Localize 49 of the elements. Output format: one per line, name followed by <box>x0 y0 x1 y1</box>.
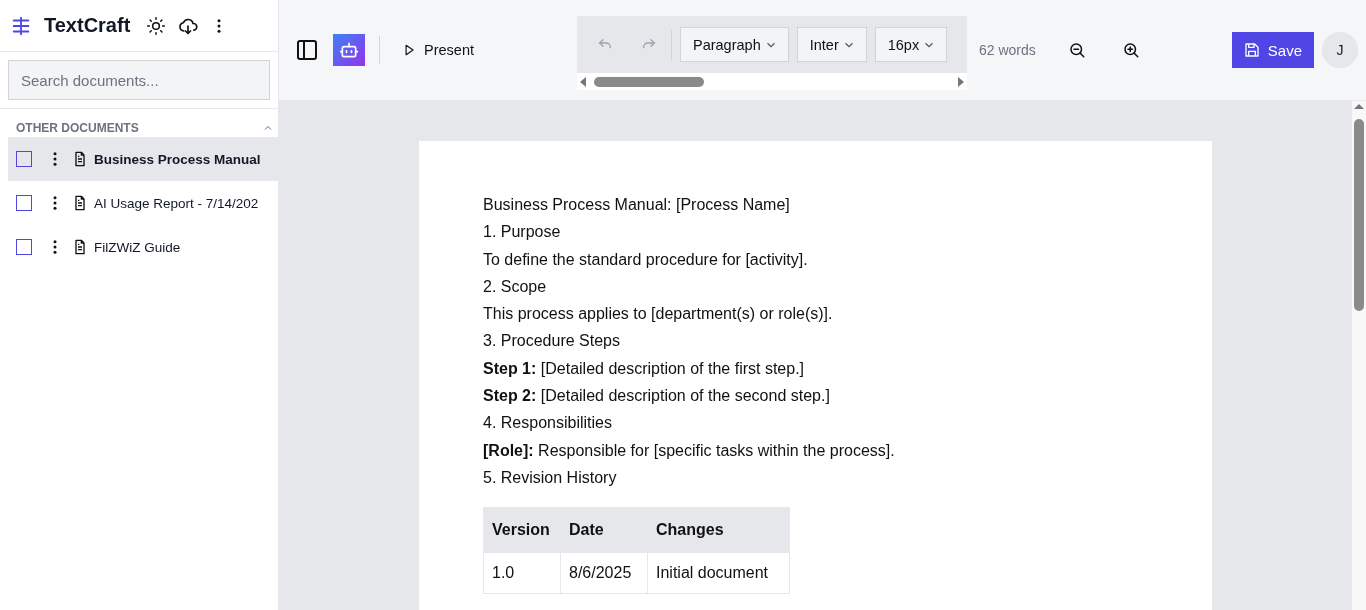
document-title: AI Usage Report - 7/14/202 <box>94 195 259 211</box>
column-header: Changes <box>647 507 790 553</box>
paragraph: Step 2: [Detailed description of the second step.] <box>483 386 831 407</box>
zoom-out-icon <box>1067 41 1086 59</box>
paragraph: 4. Responsibilities <box>483 413 613 434</box>
zoom-in-icon <box>1121 41 1140 59</box>
document-item[interactable]: FilZWiZ Guide <box>8 225 278 269</box>
font-size-dropdown[interactable]: 16px <box>874 27 948 62</box>
play-icon <box>402 43 416 57</box>
user-avatar[interactable]: J <box>1322 32 1358 68</box>
font-dropdown[interactable]: Inter <box>796 27 867 62</box>
paragraph: This process applies to [department(s) or role(s)]. <box>483 304 834 325</box>
checkbox[interactable] <box>16 195 32 211</box>
sun-icon[interactable] <box>146 15 167 36</box>
table-cell: Initial document <box>647 552 790 594</box>
column-header: Version <box>483 507 561 553</box>
ai-assistant-button[interactable] <box>333 34 365 66</box>
document-item[interactable]: AI Usage Report - 7/14/202 <box>8 181 278 225</box>
paragraph: 1. Purpose <box>483 222 562 243</box>
save-button[interactable]: Save <box>1231 32 1314 68</box>
search-field[interactable]: Search documents... <box>8 60 270 100</box>
table-cell: 1.0 <box>483 552 561 594</box>
paragraph: Step 1: [Detailed description of the first step.] <box>483 358 806 379</box>
paragraph: To define the standard procedure for [activity]. <box>483 249 809 270</box>
app-title: TextCraft <box>44 14 131 37</box>
vertical-scrollbar[interactable] <box>1352 101 1366 311</box>
paragraph: 2. Scope <box>483 276 548 297</box>
present-button[interactable]: Present <box>394 36 482 64</box>
document-title: FilZWiZ Guide <box>94 239 181 255</box>
checkbox[interactable] <box>16 239 32 255</box>
logo-icon <box>10 14 32 37</box>
robot-icon <box>339 40 359 60</box>
horizontal-scrollbar[interactable] <box>580 75 964 88</box>
word-count: 62 words <box>979 42 1036 58</box>
block-style-dropdown[interactable]: Paragraph <box>680 27 789 62</box>
paragraph: [Role]: Responsible for [specific tasks within the process]. <box>483 440 896 461</box>
paragraph: 5. Revision History <box>483 467 618 488</box>
section-heading: OTHER DOCUMENTS <box>16 121 139 135</box>
document-item[interactable]: Business Process Manual <box>8 137 278 181</box>
checkbox[interactable] <box>16 151 32 167</box>
paragraph: Business Process Manual: [Process Name] <box>483 195 791 215</box>
column-header: Date <box>560 507 648 553</box>
document-title: Business Process Manual <box>94 151 261 167</box>
paragraph: 3. Procedure Steps <box>483 331 621 352</box>
sidebar-toggle-icon[interactable] <box>295 38 319 62</box>
document-icon <box>72 239 88 255</box>
document-icon <box>72 195 88 211</box>
document-icon <box>72 151 88 167</box>
table-cell: 8/6/2025 <box>560 552 648 594</box>
